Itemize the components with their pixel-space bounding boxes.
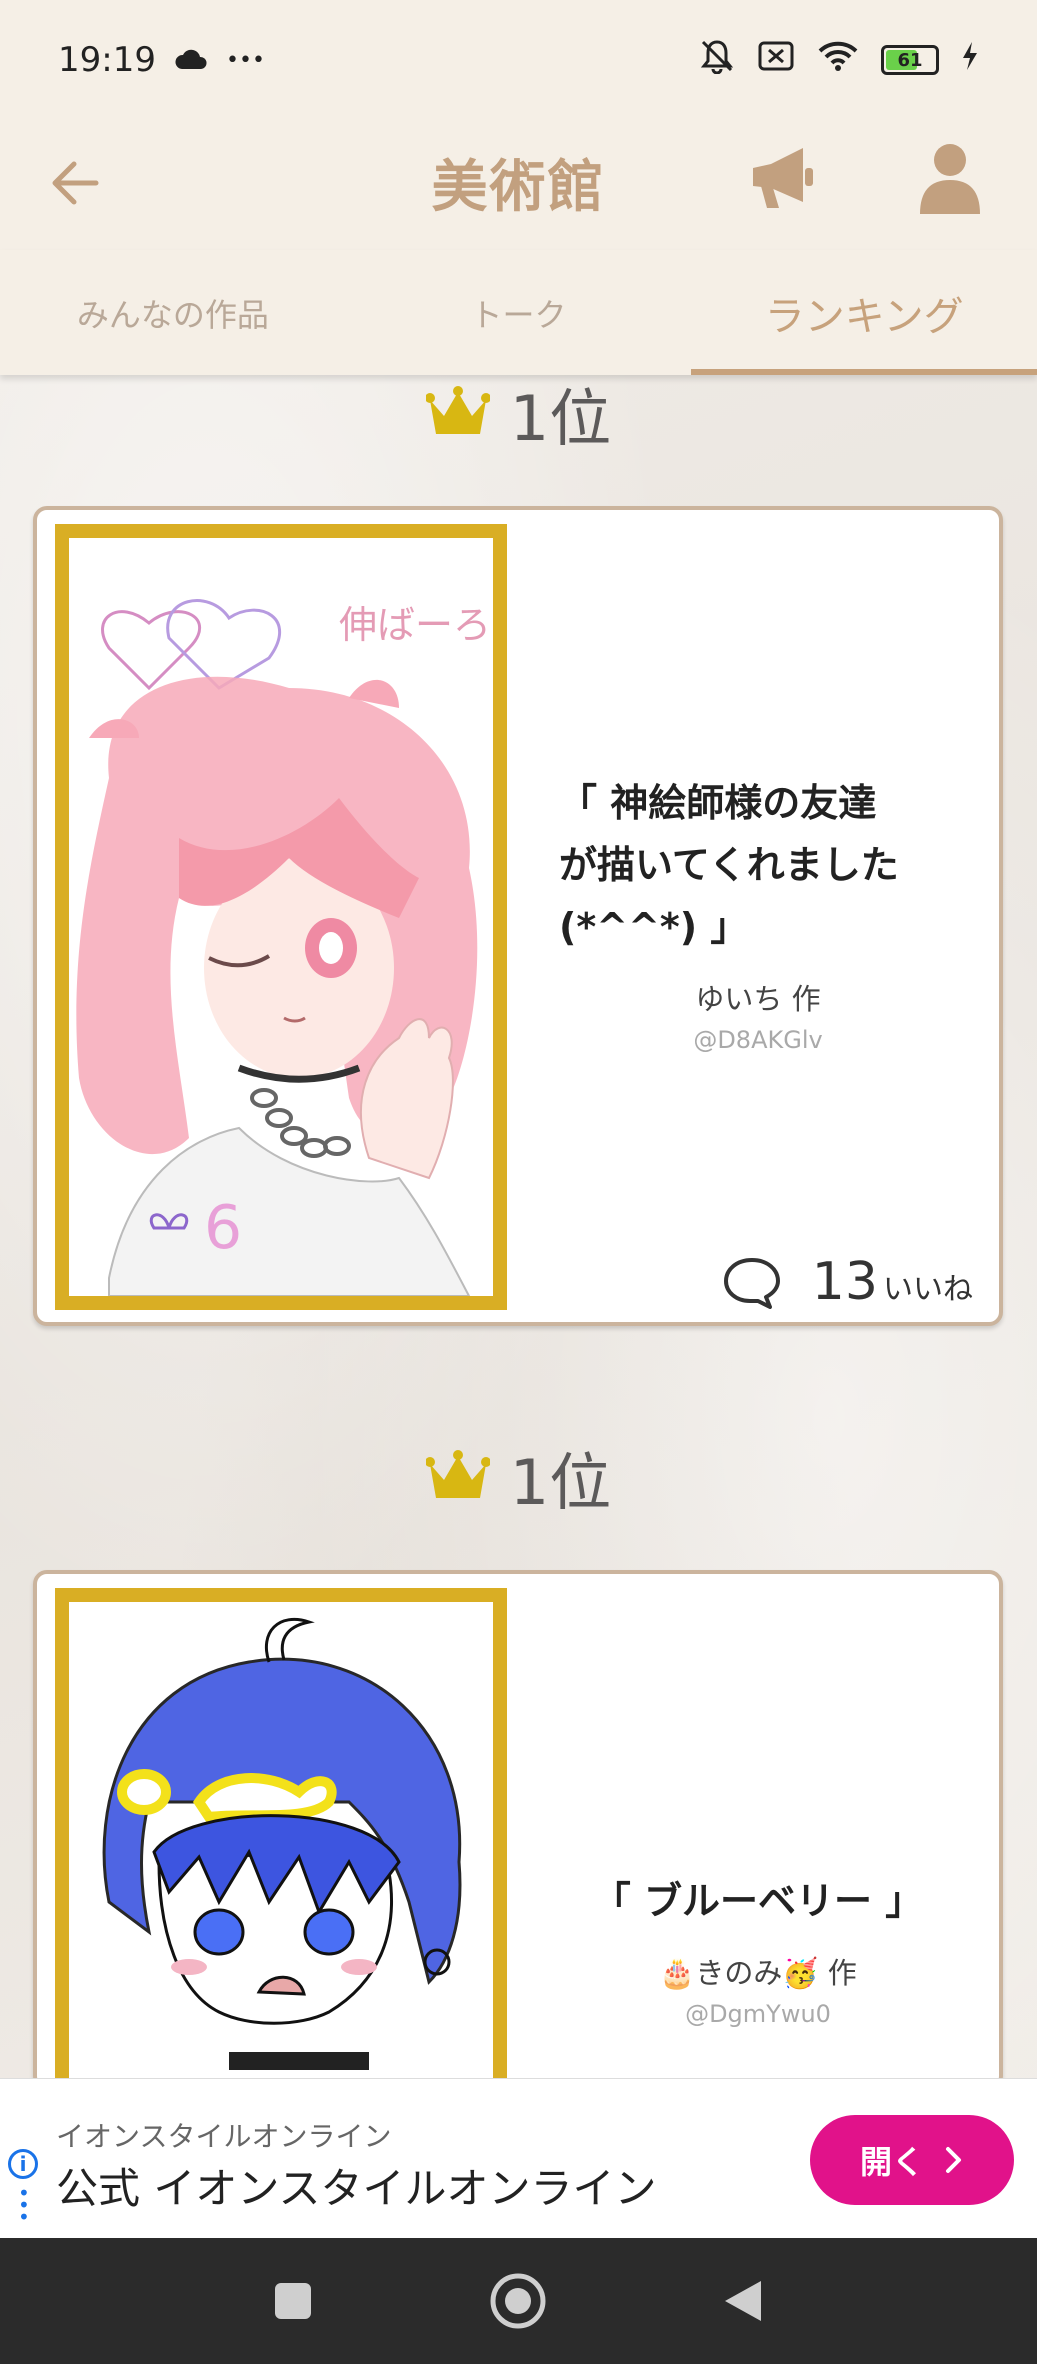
recents-button[interactable] xyxy=(258,2268,328,2334)
triangle-back-icon xyxy=(725,2281,761,2321)
status-bar: 19:19 ••• 61 xyxy=(0,0,1037,120)
tab-ranking[interactable]: ランキング xyxy=(691,250,1037,375)
announcement-button[interactable] xyxy=(745,142,825,222)
ad-options-icon[interactable]: • • • xyxy=(18,2183,30,2227)
rank-header: 1位 xyxy=(0,368,1037,458)
artwork-handle: @D8AKGlv xyxy=(693,1026,823,1054)
user-icon xyxy=(920,144,980,214)
likes-row: 13 いいね xyxy=(722,1252,973,1312)
svg-text:6: 6 xyxy=(204,1193,242,1263)
status-time: 19:19 xyxy=(58,40,156,80)
wifi-icon xyxy=(817,40,859,81)
home-button[interactable] xyxy=(483,2268,553,2334)
chevron-right-icon xyxy=(946,2147,961,2173)
likes-unit: いいね xyxy=(883,1272,973,1307)
artwork-info: 「 ブルーベリー 」 🎂きのみ🥳 作 @DgmYwu0 xyxy=(537,1870,979,2028)
artwork-title-line-2: が描いてくれました xyxy=(559,843,899,887)
ad-banner[interactable]: i • • • イオンスタイルオンライン 公式 イオンスタイルオンライン 開く xyxy=(0,2078,1037,2238)
app-header: 美術館 xyxy=(0,120,1037,250)
ranking-card[interactable]: 伸ばーろ~ 6 「 xyxy=(33,506,1003,1326)
artwork-author: ゆいち 作 xyxy=(695,982,821,1016)
tab-talk[interactable]: トーク xyxy=(346,250,692,375)
crown-icon xyxy=(425,386,490,434)
ad-open-label: 開く xyxy=(859,2143,924,2181)
artwork-title-line-1: 「 神絵師様の友達 xyxy=(559,781,877,825)
ad-open-button[interactable]: 開く xyxy=(810,2115,1014,2205)
ad-headline: 公式 イオンスタイルオンライン xyxy=(56,2164,657,2213)
bell-muted-icon xyxy=(699,38,735,83)
artwork-author: 🎂きのみ🥳 作 xyxy=(659,1956,857,1990)
artwork-image: 伸ばーろ~ 6 xyxy=(69,538,493,1296)
sim-off-icon xyxy=(757,40,795,81)
rank-header: 1位 xyxy=(0,1432,1037,1522)
battery-level: 61 xyxy=(897,49,923,71)
comment-icon[interactable] xyxy=(722,1255,782,1309)
artwork-info: 「 神絵師様の友達 が描いてくれました (*^^*) 」 ゆいち 作 @D8AK… xyxy=(537,772,979,1054)
page-title: 美術館 xyxy=(431,155,606,220)
rank-label: 1位 xyxy=(509,382,612,455)
tab-everyones-works[interactable]: みんなの作品 xyxy=(0,250,346,375)
charging-icon xyxy=(961,40,979,80)
ad-advertiser: イオンスタイルオンライン xyxy=(56,2120,392,2153)
battery-icon: 61 xyxy=(881,45,939,75)
ranking-card[interactable]: 「 ブルーベリー 」 🎂きのみ🥳 作 @DgmYwu0 xyxy=(33,1570,1003,2090)
square-icon xyxy=(275,2283,311,2319)
artwork-frame xyxy=(55,1588,507,2086)
crown-icon xyxy=(425,1450,490,1498)
system-nav-bar xyxy=(0,2238,1037,2364)
artwork-title-line-3: (*^^*) 」 xyxy=(559,905,749,949)
profile-button[interactable] xyxy=(910,140,995,225)
likes-count: 13 xyxy=(811,1252,878,1312)
artwork-handle: @DgmYwu0 xyxy=(685,2000,831,2028)
artwork-image xyxy=(69,1602,493,2086)
more-dots: ••• xyxy=(225,47,265,73)
home-circle-icon xyxy=(490,2273,546,2329)
megaphone-icon xyxy=(753,148,813,208)
rank-label: 1位 xyxy=(509,1446,612,1519)
ad-info-icon[interactable]: i xyxy=(8,2149,38,2179)
tab-bar: みんなの作品 トーク ランキング xyxy=(0,250,1037,375)
cloud-icon xyxy=(174,40,208,80)
system-back-button[interactable] xyxy=(708,2268,778,2334)
artwork-title: 「 ブルーベリー 」 xyxy=(592,1879,924,1923)
artwork-title: 「 神絵師様の友達 が描いてくれました (*^^*) 」 xyxy=(537,772,979,958)
artwork-scribble-text: 伸ばーろ~ xyxy=(339,603,493,647)
artwork-frame: 伸ばーろ~ 6 xyxy=(55,524,507,1310)
